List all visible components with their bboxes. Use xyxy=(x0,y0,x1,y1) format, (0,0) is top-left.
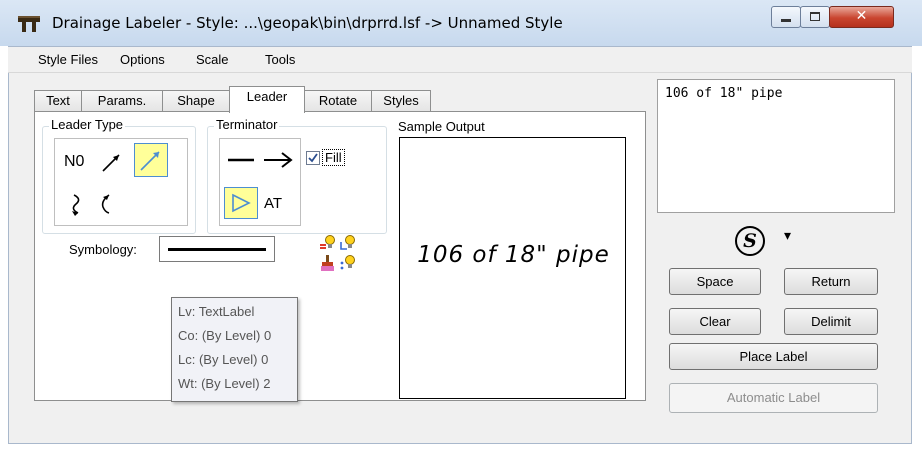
label-preview-textarea[interactable]: 106 of 18" pipe xyxy=(657,79,895,213)
color-lightbulb-icon[interactable] xyxy=(339,234,357,252)
title-bar: Drainage Labeler - Style: ...\geopak\bin… xyxy=(0,0,922,46)
menu-scale[interactable]: Scale xyxy=(196,52,229,67)
symbology-label: Symbology: xyxy=(69,242,137,257)
no-terminator-icon[interactable] xyxy=(226,149,256,171)
leader-type-label: Leader Type xyxy=(49,117,126,132)
paintbrush-icon[interactable] xyxy=(319,254,337,272)
maximize-icon xyxy=(810,12,820,21)
window-title: Drainage Labeler - Style: ...\geopak\bin… xyxy=(52,14,563,32)
weight-lightbulb-icon[interactable] xyxy=(339,254,357,272)
sample-output-label: Sample Output xyxy=(398,119,485,134)
chevron-down-icon[interactable]: ▾ xyxy=(784,228,791,244)
curved-leader-left-icon[interactable] xyxy=(95,191,119,217)
tab-text[interactable]: Text xyxy=(34,90,82,112)
menu-bar: Style Files Options Scale Tools xyxy=(8,47,912,73)
tab-leader[interactable]: Leader xyxy=(229,86,305,113)
leader-type-group: Leader Type N0 xyxy=(42,117,196,234)
fill-label[interactable]: Fill xyxy=(322,149,345,166)
space-button[interactable]: Space xyxy=(669,268,761,295)
symbology-tooltip: Lv: TextLabel Co: (By Level) 0 Lc: (By L… xyxy=(171,297,298,402)
sample-output-text: 106 of 18" pipe xyxy=(417,242,610,268)
tooltip-color: Co: (By Level) 0 xyxy=(178,328,272,343)
triangle-terminator-option[interactable] xyxy=(224,187,258,219)
tooltip-level: Lv: TextLabel xyxy=(178,304,255,319)
return-button[interactable]: Return xyxy=(784,268,878,295)
place-label-button[interactable]: Place Label xyxy=(669,343,878,370)
arrow-terminator-icon[interactable] xyxy=(262,149,294,171)
drainage-labeler-window: Drainage Labeler - Style: ...\geopak\bin… xyxy=(0,0,922,450)
tab-styles[interactable]: Styles xyxy=(371,90,431,112)
angled-leader-icon xyxy=(140,151,160,171)
sample-output-box: 106 of 18" pipe xyxy=(399,137,626,399)
straight-leader-icon[interactable] xyxy=(99,149,125,175)
tooltip-line-code: Lc: (By Level) 0 xyxy=(178,352,269,367)
leader-none-option[interactable]: N0 xyxy=(64,153,84,171)
tab-shape[interactable]: Shape xyxy=(162,90,230,112)
terminator-group: Terminator AT Fill xyxy=(207,117,387,234)
minimize-icon xyxy=(781,19,791,22)
maximize-button[interactable] xyxy=(800,6,830,28)
checkmark-icon xyxy=(308,153,318,163)
tab-params[interactable]: Params. xyxy=(81,90,163,112)
at-terminator-option[interactable]: AT xyxy=(264,195,282,212)
delimit-button[interactable]: Delimit xyxy=(784,308,878,335)
tab-rotate[interactable]: Rotate xyxy=(304,90,372,112)
clear-button[interactable]: Clear xyxy=(669,308,761,335)
automatic-label-button[interactable]: Automatic Label xyxy=(669,383,878,413)
fill-checkbox[interactable] xyxy=(306,151,320,165)
minimize-button[interactable] xyxy=(771,6,801,28)
level-lightbulb-icon[interactable] xyxy=(319,234,337,252)
leader-type-options: N0 xyxy=(54,138,188,226)
symbology-line-sample[interactable] xyxy=(159,236,275,262)
close-button[interactable]: ✕ xyxy=(829,6,894,28)
terminator-label: Terminator xyxy=(214,117,280,132)
app-icon xyxy=(18,16,40,32)
terminator-options: AT xyxy=(219,138,301,226)
close-icon: ✕ xyxy=(855,8,868,24)
angled-leader-option[interactable] xyxy=(134,143,168,177)
menu-options[interactable]: Options xyxy=(120,52,165,67)
line-weight-sample xyxy=(168,248,266,251)
menu-style-files[interactable]: Style Files xyxy=(38,52,98,67)
tooltip-weight: Wt: (By Level) 2 xyxy=(178,376,271,391)
menu-tools[interactable]: Tools xyxy=(265,52,295,67)
triangle-terminator-icon xyxy=(232,193,251,213)
special-character-button[interactable]: S xyxy=(735,226,765,256)
curved-leader-right-icon[interactable] xyxy=(66,191,90,217)
